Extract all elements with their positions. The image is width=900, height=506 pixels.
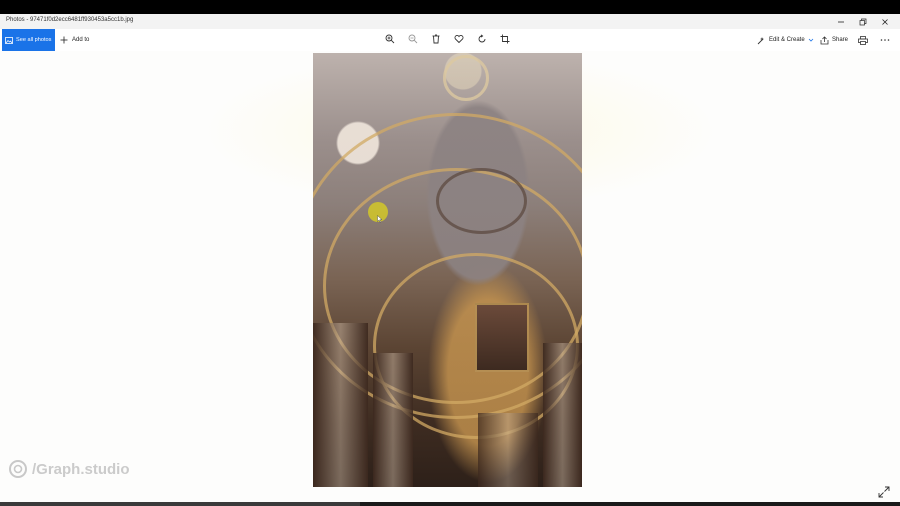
- right-pillar: [543, 343, 582, 487]
- zoom-in-icon[interactable]: [383, 32, 397, 46]
- chevron-down-icon: [808, 38, 813, 42]
- watermark: /Graph.studio: [8, 459, 130, 479]
- window-controls: [830, 14, 896, 29]
- altar: [478, 413, 538, 487]
- ceiling-medallion: [436, 168, 527, 234]
- heart-icon[interactable]: [452, 32, 466, 46]
- see-all-photos-label: See all photos: [16, 37, 52, 43]
- left-pillar: [373, 353, 413, 487]
- left-pillar: [313, 323, 368, 487]
- window-title: Photos - 97471f0d2ecc6481ff930453a5cc1b.…: [6, 17, 134, 23]
- share-button[interactable]: Share: [820, 29, 848, 51]
- share-icon: [820, 35, 829, 44]
- crop-icon[interactable]: [498, 32, 512, 46]
- close-icon[interactable]: [874, 14, 896, 29]
- edit-create-button[interactable]: Edit & Create: [757, 29, 814, 51]
- delete-icon[interactable]: [429, 32, 443, 46]
- graph-studio-logo-icon: [9, 460, 27, 478]
- ceiling-painting: [475, 303, 529, 372]
- more-options-icon[interactable]: [880, 29, 890, 51]
- add-to-button[interactable]: Add to: [60, 29, 89, 51]
- ceiling-medallion: [443, 55, 489, 101]
- mouse-pointer-icon: [377, 210, 383, 228]
- watermark-text: /Graph.studio: [32, 460, 130, 478]
- photos-icon: [5, 36, 13, 44]
- plus-icon: [60, 36, 68, 44]
- edit-create-icon: [757, 36, 764, 44]
- minimize-icon[interactable]: [830, 14, 852, 29]
- see-all-photos-button[interactable]: See all photos: [2, 29, 55, 51]
- rotate-icon[interactable]: [475, 32, 489, 46]
- add-to-label: Add to: [72, 37, 90, 43]
- edit-create-label: Edit & Create: [769, 37, 805, 43]
- title-bar: Photos - 97471f0d2ecc6481ff930453a5cc1b.…: [0, 14, 900, 29]
- expand-icon[interactable]: [878, 485, 890, 503]
- share-label: Share: [832, 37, 849, 43]
- restore-icon[interactable]: [852, 14, 874, 29]
- print-icon[interactable]: [858, 29, 868, 51]
- zoom-out-icon[interactable]: [406, 32, 420, 46]
- video-progress-bar: [0, 502, 360, 506]
- church-ceiling-photo[interactable]: [313, 53, 582, 487]
